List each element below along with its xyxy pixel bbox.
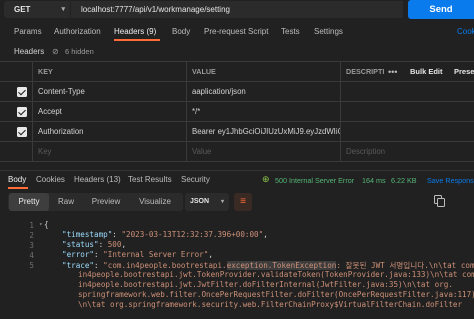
header-description[interactable] <box>340 82 474 101</box>
line-number: 4 <box>29 251 34 260</box>
header-enabled-checkbox[interactable] <box>17 87 27 97</box>
new-value-input[interactable]: Value <box>186 142 340 161</box>
format-select[interactable]: JSON ▾ <box>185 193 229 211</box>
header-description[interactable] <box>340 102 474 121</box>
cookies-link[interactable]: Cookies <box>457 27 474 36</box>
json-value: 500 <box>107 240 122 249</box>
header-value[interactable]: */* <box>186 102 340 121</box>
tab-body[interactable]: Body <box>172 27 190 41</box>
header-value[interactable]: Bearer ey1JhbGciOiJIUzUxMiJ9.eyJzdWIiOiJ <box>186 122 340 141</box>
response-size[interactable]: 6.22 KB <box>391 176 417 185</box>
response-tab-security[interactable]: Security <box>181 175 210 184</box>
code-line: { <box>44 220 49 229</box>
response-tab-headers[interactable]: Headers (13) <box>74 175 121 184</box>
response-tab-body[interactable]: Body <box>8 175 26 184</box>
header-enabled-checkbox[interactable] <box>17 107 27 117</box>
header-key[interactable]: Accept <box>32 102 186 121</box>
method-label: GET <box>14 5 31 14</box>
globe-icon[interactable]: ⊕ <box>262 174 270 185</box>
view-visualize-button[interactable]: Visualize <box>130 193 180 211</box>
header-enabled-checkbox[interactable] <box>17 127 27 137</box>
headers-subtitle: Headers <box>14 47 45 56</box>
url-input[interactable]: localhost:7777/api/v1/workmanage/setting <box>71 1 403 18</box>
code-line-wrap: \n\tat org.springframework.security.web.… <box>78 300 463 309</box>
tab-authorization[interactable]: Authorization <box>54 27 101 41</box>
table-row: Authorization Bearer ey1JhbGciOiJIUzUxMi… <box>0 122 474 142</box>
json-value: "com.in4people.bootrestapi. <box>103 261 227 270</box>
tab-params[interactable]: Params <box>14 27 42 41</box>
json-value: "Internal Server Error" <box>103 250 209 259</box>
response-time[interactable]: 164 ms <box>362 176 386 185</box>
json-value: : 잘못된 JWT 서명입니다.\n\tat com. <box>336 261 474 270</box>
table-row: Content-Type aaplication/json <box>0 82 474 102</box>
response-tab-cookies[interactable]: Cookies <box>36 175 65 184</box>
save-response-button[interactable]: Save Response <box>427 176 474 185</box>
new-description-input[interactable]: Description <box>340 142 474 161</box>
table-row-new: Key Value Description <box>0 142 474 162</box>
view-pretty-button[interactable]: Pretty <box>9 193 49 211</box>
line-number: 2 <box>29 231 34 240</box>
table-header-row: KEY VALUE DESCRIPTI ••• Bulk Edit Preset… <box>0 62 474 82</box>
fold-chevron-icon[interactable]: ▾ <box>39 221 43 228</box>
chevron-down-icon: ▾ <box>220 199 224 205</box>
headers-table: KEY VALUE DESCRIPTI ••• Bulk Edit Preset… <box>0 61 474 163</box>
hidden-headers-count[interactable]: 6 hidden <box>65 47 94 56</box>
status-badge[interactable]: 500 Internal Server Error <box>275 176 354 185</box>
code-line: "status": 500, <box>62 240 127 249</box>
method-select[interactable]: GET ▾ <box>4 1 70 18</box>
json-key: "status" <box>62 240 99 249</box>
column-key-header: KEY <box>32 62 186 81</box>
json-key: "trace" <box>62 261 95 270</box>
wrap-lines-icon[interactable]: ≡ <box>234 193 252 211</box>
search-highlight: exception.TokenException <box>226 261 337 270</box>
view-preview-button[interactable]: Preview <box>84 193 128 211</box>
column-value-header: VALUE <box>186 62 340 81</box>
tab-settings[interactable]: Settings <box>314 27 343 41</box>
new-key-input[interactable]: Key <box>32 142 186 161</box>
active-tab-indicator <box>8 187 28 189</box>
send-button[interactable]: Send <box>408 0 474 19</box>
format-label: JSON <box>190 198 210 205</box>
divider <box>0 170 474 171</box>
table-row: Accept */* <box>0 102 474 122</box>
tab-tests[interactable]: Tests <box>281 27 300 41</box>
eye-off-icon[interactable]: ⊘ <box>52 47 59 56</box>
code-line-wrap: in4people.bootrestapi.jwt.TokenProvider.… <box>78 270 474 279</box>
chevron-down-icon: ▾ <box>61 6 65 13</box>
code-line-wrap: springframework.web.filter.OncePerReques… <box>78 290 474 299</box>
code-line: "timestamp": "2023-03-13T12:32:37.396+00… <box>62 230 268 239</box>
header-description[interactable] <box>340 122 474 141</box>
more-options-icon[interactable]: ••• <box>388 62 397 82</box>
line-number: 1 <box>29 221 34 230</box>
json-key: "timestamp" <box>62 230 113 239</box>
bulk-edit-button[interactable]: Bulk Edit <box>410 62 443 82</box>
code-line-wrap: in4people.bootrestapi.jwt.JwtFilter.doFi… <box>78 280 453 289</box>
copy-icon[interactable] <box>434 195 445 207</box>
line-number: 5 <box>29 261 34 270</box>
line-number: 3 <box>29 241 34 250</box>
tab-pre-request-script[interactable]: Pre-request Script <box>204 27 268 41</box>
response-tab-test-results[interactable]: Test Results <box>128 175 172 184</box>
json-key: "error" <box>62 250 95 259</box>
response-body-code[interactable]: 1 ▾ { 2 "timestamp": "2023-03-13T12:32:3… <box>0 216 474 319</box>
header-value[interactable]: aaplication/json <box>186 82 340 101</box>
presets-button[interactable]: Presets <box>454 62 474 82</box>
json-value: "2023-03-13T12:32:37.396+00:00" <box>121 230 264 239</box>
code-line: "error": "Internal Server Error", <box>62 250 213 259</box>
header-key[interactable]: Authorization <box>32 122 186 141</box>
view-raw-button[interactable]: Raw <box>50 193 82 211</box>
header-key[interactable]: Content-Type <box>32 82 186 101</box>
active-tab-indicator <box>114 39 160 41</box>
